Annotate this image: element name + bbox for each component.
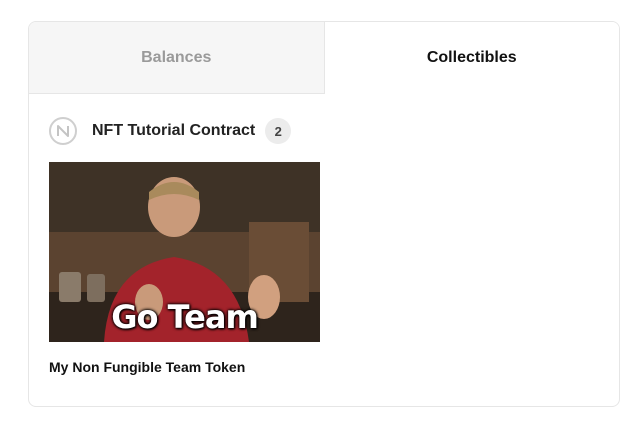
nft-card[interactable]: Go Team My Non Fungible Team Token [49, 162, 320, 375]
nft-image-caption: Go Team [111, 298, 259, 336]
tab-balances[interactable]: Balances [29, 22, 325, 94]
nft-title: My Non Fungible Team Token [49, 359, 246, 375]
tab-bar: Balances Collectibles [29, 22, 619, 94]
count-badge: 2 [265, 118, 292, 144]
contract-name: NFT Tutorial Contract [92, 122, 256, 139]
nft-image: Go Team [49, 162, 320, 342]
near-logo-icon [49, 117, 77, 145]
tab-collectibles[interactable]: Collectibles [324, 22, 619, 94]
wallet-card: Balances Collectibles NFT Tutorial Contr… [28, 21, 620, 407]
contract-header: NFT Tutorial Contract 2 [49, 114, 292, 148]
